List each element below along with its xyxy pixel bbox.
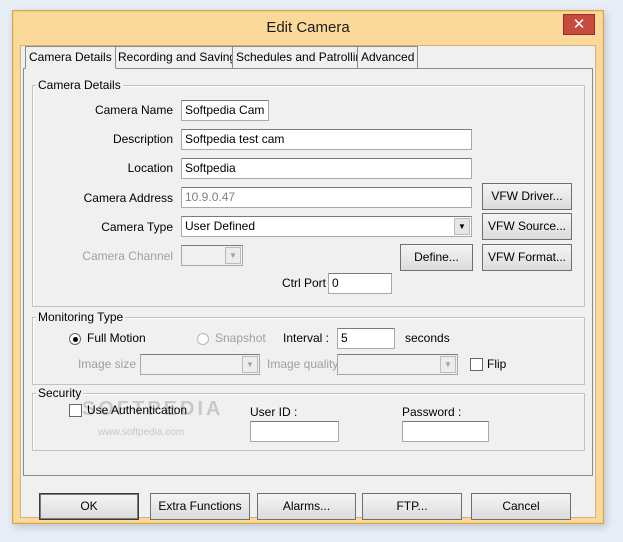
tab-panel-camera-details: Camera Details Camera Name Softpedia Cam… xyxy=(23,68,593,476)
image-size-select[interactable]: ▼ xyxy=(140,354,260,375)
location-input[interactable]: Softpedia xyxy=(181,158,472,179)
flip-checkbox[interactable] xyxy=(470,358,483,371)
camera-channel-label: Camera Channel xyxy=(82,249,173,263)
use-authentication-label[interactable]: Use Authentication xyxy=(87,400,187,420)
define-button[interactable]: Define... xyxy=(400,244,473,271)
description-label: Description xyxy=(112,132,173,146)
ftp-button[interactable]: FTP... xyxy=(362,493,462,520)
camera-details-group-label: Camera Details xyxy=(36,78,123,92)
alarms-button[interactable]: Alarms... xyxy=(257,493,356,520)
tab-label: Schedules and Patrolling xyxy=(236,50,369,64)
image-quality-select[interactable]: ▼ xyxy=(337,354,458,375)
description-input[interactable]: Softpedia test cam xyxy=(181,129,472,150)
tab-label: Recording and Saving xyxy=(118,50,237,64)
extra-functions-button[interactable]: Extra Functions xyxy=(150,493,250,520)
chevron-down-icon[interactable]: ▼ xyxy=(454,218,470,235)
camera-address-input[interactable]: 10.9.0.47 xyxy=(181,187,472,208)
tab-label: Camera Details xyxy=(29,50,112,64)
tab-recording-and-saving[interactable]: Recording and Saving xyxy=(114,46,241,68)
location-label: Location xyxy=(127,161,173,175)
softpedia-watermark-url: www.softpedia.com xyxy=(98,427,185,438)
tab-advanced[interactable]: Advanced xyxy=(357,46,419,68)
ctrl-port-input[interactable]: 0 xyxy=(328,273,392,294)
interval-input[interactable]: 5 xyxy=(337,328,395,349)
password-input[interactable] xyxy=(402,421,489,442)
camera-channel-select[interactable]: ▼ xyxy=(181,245,243,266)
user-id-input[interactable] xyxy=(250,421,339,442)
radio-selected-dot xyxy=(73,337,78,342)
camera-name-label: Camera Name xyxy=(94,103,173,117)
camera-address-label: Camera Address xyxy=(83,191,173,205)
vfw-format-button[interactable]: VFW Format... xyxy=(482,244,572,271)
image-size-label: Image size xyxy=(77,357,136,371)
vfw-driver-button[interactable]: VFW Driver... xyxy=(482,183,572,210)
vfw-source-button[interactable]: VFW Source... xyxy=(482,213,572,240)
monitoring-type-group-label: Monitoring Type xyxy=(36,310,126,324)
camera-type-select[interactable]: User Defined ▼ xyxy=(181,216,472,237)
chevron-down-icon[interactable]: ▼ xyxy=(242,356,258,373)
close-button[interactable]: ✕ xyxy=(563,14,595,35)
chevron-down-icon[interactable]: ▼ xyxy=(225,247,241,264)
edit-camera-window: Edit Camera ✕ Camera Details Recording a… xyxy=(12,10,604,524)
use-authentication-checkbox[interactable] xyxy=(69,404,82,417)
tab-label: Advanced xyxy=(361,50,415,64)
image-quality-label: Image quality xyxy=(267,357,339,371)
tab-camera-details[interactable]: Camera Details xyxy=(25,46,116,69)
user-id-label: User ID : xyxy=(250,405,298,419)
tab-schedules-and-patrolling[interactable]: Schedules and Patrolling xyxy=(232,46,373,68)
full-motion-label[interactable]: Full Motion xyxy=(87,328,146,348)
camera-name-input[interactable]: Softpedia Cam xyxy=(181,100,269,121)
ok-button[interactable]: OK xyxy=(39,493,139,520)
cancel-button[interactable]: Cancel xyxy=(471,493,571,520)
interval-unit-label: seconds xyxy=(405,331,450,345)
flip-label[interactable]: Flip xyxy=(487,354,506,374)
chevron-down-icon[interactable]: ▼ xyxy=(440,356,456,373)
snapshot-radio[interactable] xyxy=(197,333,209,345)
camera-type-value: User Defined xyxy=(185,219,256,233)
interval-label: Interval : xyxy=(283,331,330,345)
close-icon: ✕ xyxy=(572,16,586,33)
dialog-client-area: Camera Details Recording and Saving Sche… xyxy=(20,45,596,520)
ctrl-port-label: Ctrl Port xyxy=(281,276,326,290)
security-group-label: Security xyxy=(36,386,84,400)
snapshot-label[interactable]: Snapshot xyxy=(215,328,266,348)
full-motion-radio[interactable] xyxy=(69,333,81,345)
password-label: Password : xyxy=(402,405,462,419)
window-title: Edit Camera xyxy=(266,19,350,36)
camera-type-label: Camera Type xyxy=(101,220,173,234)
